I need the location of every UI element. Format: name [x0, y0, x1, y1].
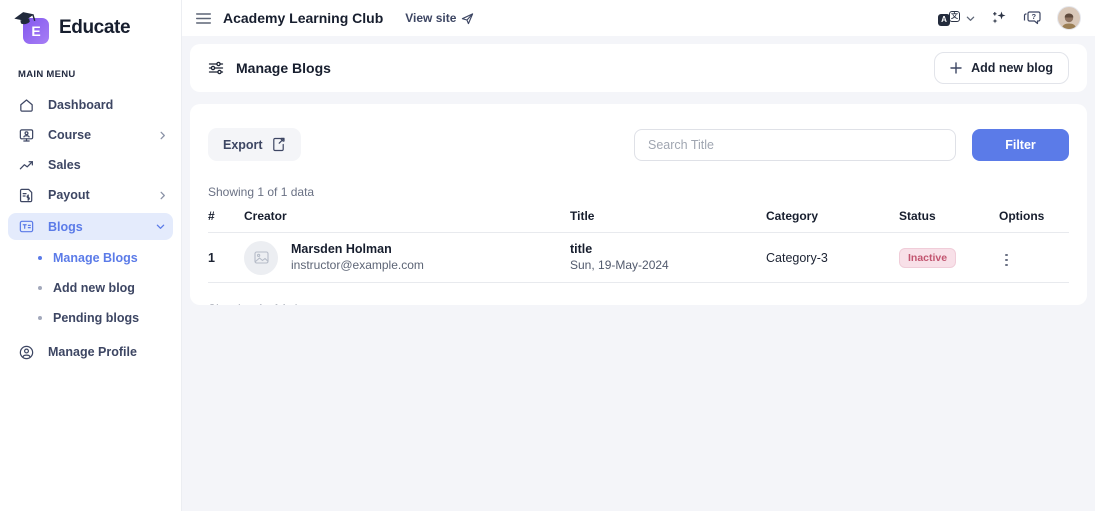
sidebar-item-label: Blogs	[48, 220, 83, 234]
add-new-blog-button[interactable]: Add new blog	[934, 52, 1069, 84]
search-title-input[interactable]	[634, 129, 956, 161]
blogs-table: # Creator Title Category Status Options …	[208, 205, 1069, 283]
filter-button[interactable]: Filter	[972, 129, 1069, 161]
translate-icon: 文 A	[938, 11, 960, 26]
creator-avatar-placeholder	[244, 241, 278, 275]
sidebar-subitem-label: Pending blogs	[53, 311, 139, 325]
row-index: 1	[208, 233, 244, 283]
language-switcher[interactable]: 文 A	[938, 11, 975, 26]
blog-icon	[18, 218, 35, 235]
sidebar-item-label: Course	[48, 128, 91, 142]
sidebar-item-sales[interactable]: Sales	[0, 150, 181, 180]
sidebar-item-payout[interactable]: Payout	[0, 180, 181, 210]
add-new-blog-label: Add new blog	[971, 61, 1053, 75]
send-icon	[461, 12, 474, 25]
creator-email: instructor@example.com	[291, 258, 424, 273]
avatar-person-icon	[1059, 11, 1079, 29]
chat-question-icon[interactable]: ?	[1023, 9, 1042, 27]
payout-receipt-icon	[18, 187, 35, 204]
column-header-options: Options	[999, 205, 1069, 233]
bullet-dot-icon	[38, 286, 42, 290]
sidebar-item-label: Manage Profile	[48, 345, 137, 359]
table-header-row: # Creator Title Category Status Options	[208, 205, 1069, 233]
blog-date: Sun, 19-May-2024	[570, 258, 766, 274]
bullet-dot-icon	[38, 316, 42, 320]
hamburger-menu-icon[interactable]	[196, 13, 211, 24]
plus-icon	[950, 62, 962, 74]
svg-text:?: ?	[1032, 12, 1037, 21]
sidebar: E Educate MAIN MENU Dashboard Course	[0, 0, 182, 511]
home-icon	[18, 97, 35, 114]
table-row: 1 Marsden Holman	[208, 233, 1069, 283]
row-options-kebab-icon[interactable]	[999, 250, 1014, 271]
creator-cell: Marsden Holman instructor@example.com	[244, 237, 570, 278]
blogs-panel: Export Filter Showing 1 of 1 data # Crea…	[190, 104, 1087, 305]
main-area: Academy Learning Club View site 文 A	[182, 0, 1095, 511]
blog-title: title	[570, 242, 766, 258]
export-button[interactable]: Export	[208, 128, 301, 161]
sidebar-section-label: MAIN MENU	[0, 53, 181, 90]
sidebar-subitem-add-new-blog[interactable]: Add new blog	[0, 273, 181, 303]
column-header-category: Category	[766, 205, 899, 233]
sidebar-item-label: Payout	[48, 188, 90, 202]
sidebar-item-label: Sales	[48, 158, 81, 172]
sliders-icon	[208, 60, 224, 76]
user-avatar[interactable]	[1057, 6, 1081, 30]
showing-count-top: Showing 1 of 1 data	[208, 185, 1069, 199]
bullet-dot-icon	[38, 256, 42, 260]
status-badge: Inactive	[899, 248, 956, 268]
brand-name: Educate	[59, 17, 130, 39]
image-icon	[254, 251, 269, 264]
workspace-title: Academy Learning Club	[223, 10, 383, 26]
column-header-title: Title	[570, 205, 766, 233]
sparkles-icon[interactable]	[990, 9, 1008, 27]
sidebar-subitem-pending-blogs[interactable]: Pending blogs	[0, 303, 181, 333]
sidebar-subitem-manage-blogs[interactable]: Manage Blogs	[0, 243, 181, 273]
sidebar-item-blogs[interactable]: Blogs	[8, 213, 173, 240]
column-header-status: Status	[899, 205, 999, 233]
sidebar-item-manage-profile[interactable]: Manage Profile	[0, 337, 181, 367]
view-site-link[interactable]: View site	[405, 11, 474, 25]
sidebar-item-dashboard[interactable]: Dashboard	[0, 90, 181, 120]
sidebar-item-label: Dashboard	[48, 98, 113, 112]
chevron-right-icon	[158, 191, 167, 200]
educate-logo-icon: E	[16, 11, 50, 45]
brand-logo[interactable]: E Educate	[0, 0, 181, 53]
showing-count-bottom: Showing 1 of 1 data	[208, 302, 1069, 305]
sidebar-item-course[interactable]: Course	[0, 120, 181, 150]
page-header-card: Manage Blogs Add new blog	[190, 44, 1087, 92]
chevron-down-icon	[966, 14, 975, 23]
blog-category: Category-3	[766, 233, 899, 283]
export-label: Export	[223, 138, 263, 152]
user-circle-icon	[18, 344, 35, 361]
sidebar-subitem-label: Add new blog	[53, 281, 135, 295]
view-site-label: View site	[405, 11, 456, 25]
creator-name: Marsden Holman	[291, 242, 424, 258]
column-header-index: #	[208, 205, 244, 233]
column-header-creator: Creator	[244, 205, 570, 233]
sidebar-subitem-label: Manage Blogs	[53, 251, 138, 265]
file-export-icon	[272, 137, 286, 152]
graduation-cap-icon	[14, 11, 36, 27]
chevron-down-icon	[156, 222, 165, 231]
course-monitor-icon	[18, 127, 35, 144]
topbar: Academy Learning Club View site 文 A	[182, 0, 1095, 36]
trend-up-icon	[18, 157, 35, 174]
page-title: Manage Blogs	[236, 60, 331, 76]
chevron-right-icon	[158, 131, 167, 140]
table-toolbar: Export Filter	[208, 128, 1069, 161]
